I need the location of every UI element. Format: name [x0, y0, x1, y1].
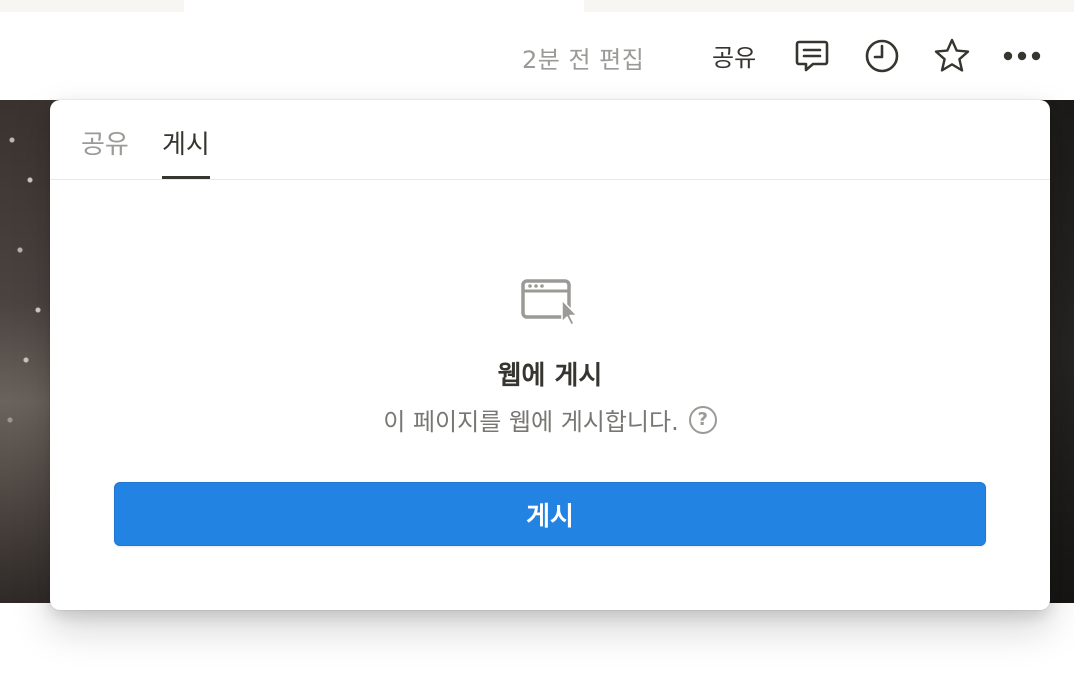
- publish-button[interactable]: 게시: [114, 482, 986, 546]
- tab-strip-right: [584, 0, 1074, 12]
- clock-icon[interactable]: [862, 36, 902, 76]
- popup-tab-bar: 공유 게시: [50, 100, 1050, 180]
- publish-description-row: 이 페이지를 웹에 게시합니다. ?: [50, 402, 1050, 437]
- more-icon[interactable]: [1002, 36, 1042, 76]
- page: 2분 전 편집 공유 공유 게시 웹에 게시 이 페이지를 웹에 게시합니다. …: [0, 0, 1074, 674]
- tab-publish[interactable]: 게시: [162, 124, 210, 161]
- browser-window-cursor-icon: [520, 278, 580, 328]
- share-publish-popup: 공유 게시 웹에 게시 이 페이지를 웹에 게시합니다. ? 게시: [50, 100, 1050, 610]
- help-icon[interactable]: ?: [688, 405, 717, 434]
- last-edited-label: 2분 전 편집: [522, 46, 645, 74]
- star-icon[interactable]: [932, 36, 972, 76]
- active-tab-indicator: [162, 176, 210, 179]
- cover-image-edge: [1050, 100, 1074, 603]
- publish-description: 이 페이지를 웹에 게시합니다.: [383, 408, 679, 436]
- share-button[interactable]: 공유: [700, 34, 768, 76]
- cover-image-detail: [0, 100, 50, 603]
- tab-share[interactable]: 공유: [81, 124, 129, 161]
- publish-title: 웹에 게시: [497, 361, 603, 391]
- comment-icon[interactable]: [792, 36, 832, 76]
- topbar: 2분 전 편집 공유: [0, 12, 1074, 100]
- tab-strip-left: [0, 0, 184, 12]
